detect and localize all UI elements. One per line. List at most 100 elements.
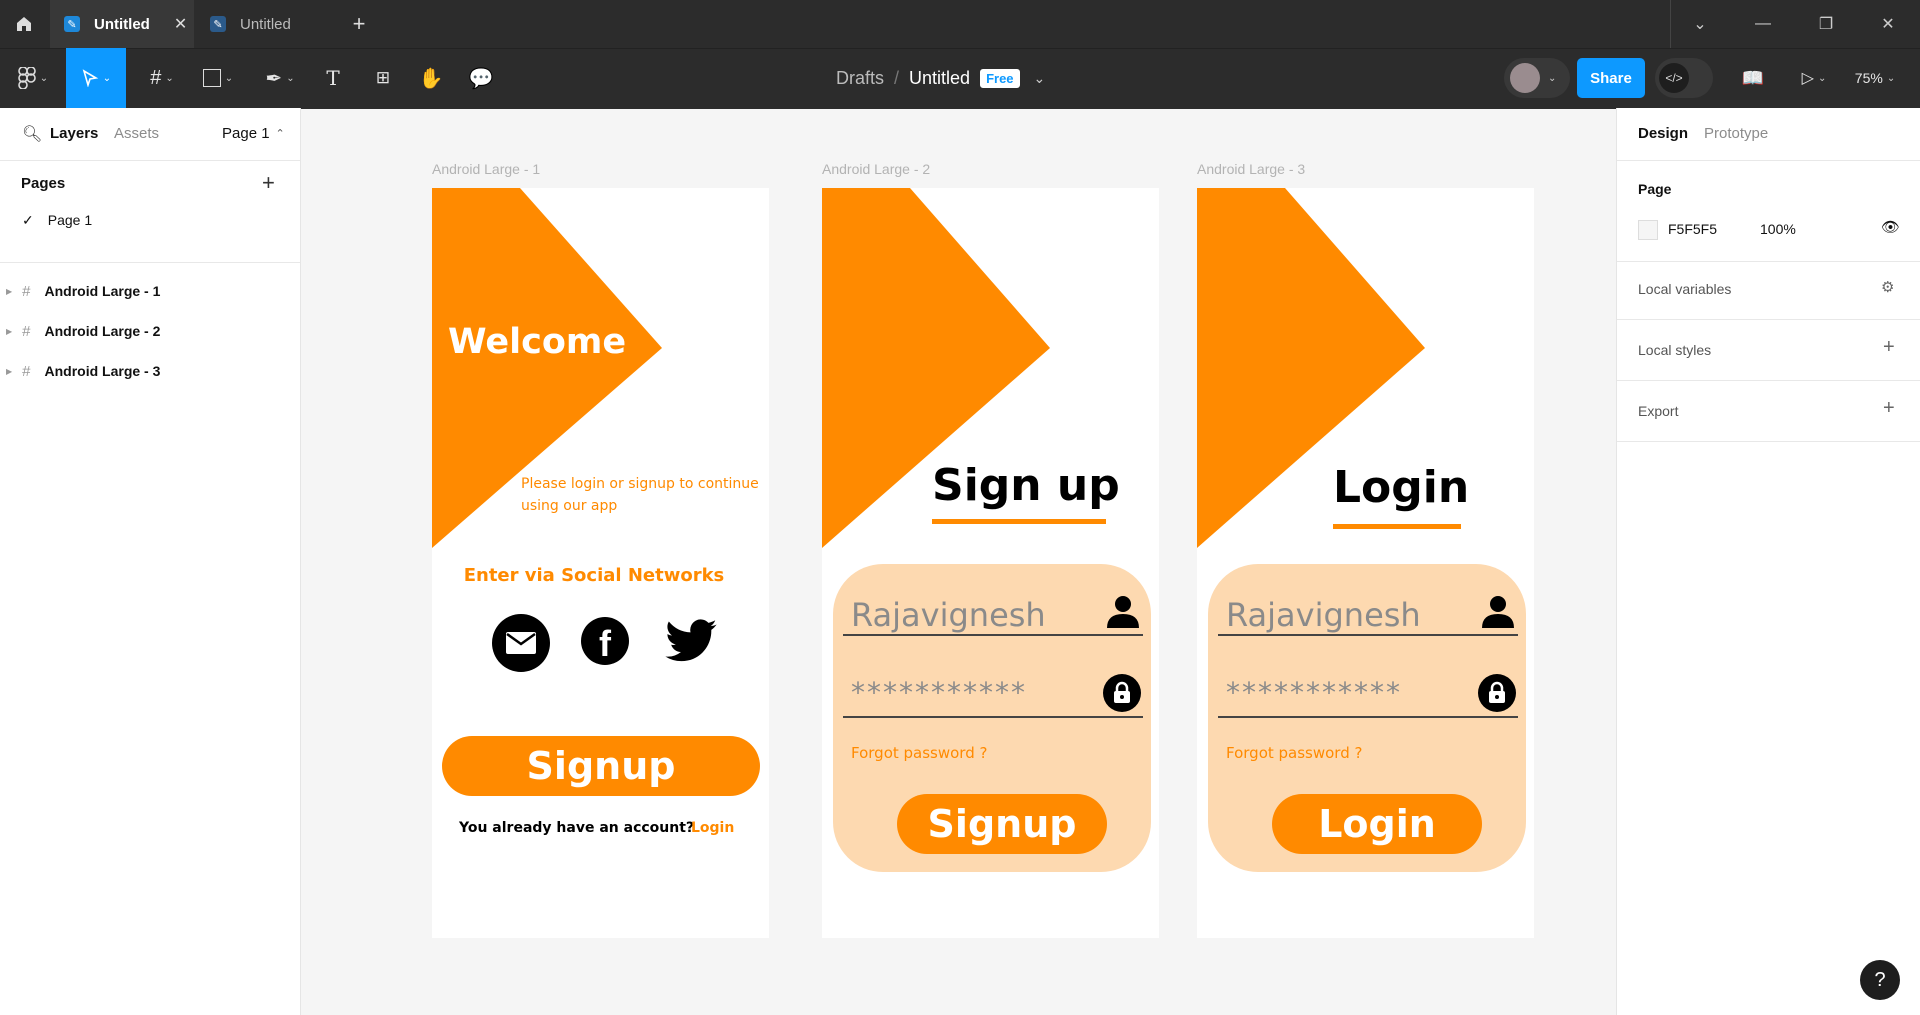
layer-item-android-large-2[interactable]: ▶ # Android Large - 2 xyxy=(0,314,300,348)
page-select-label: Page 1 xyxy=(222,125,270,142)
welcome-subtitle-line2: using our app xyxy=(521,498,618,514)
breadcrumb-drafts[interactable]: Drafts xyxy=(836,68,884,89)
hand-icon: ✋ xyxy=(418,67,444,90)
library-button[interactable]: 📖 xyxy=(1738,48,1768,108)
tab-design[interactable]: Design xyxy=(1638,125,1688,142)
page-select[interactable]: Page 1 ⌃ xyxy=(222,125,285,142)
zoom-menu[interactable]: 75% ⌄ xyxy=(1846,48,1904,108)
frame-title[interactable]: Android Large - 2 xyxy=(822,161,930,177)
help-button[interactable]: ? xyxy=(1860,960,1900,1000)
frame-title[interactable]: Android Large - 3 xyxy=(1197,161,1305,177)
close-window-icon[interactable]: ✕ xyxy=(1858,0,1918,48)
home-icon[interactable] xyxy=(0,0,48,48)
layers-panel: 🔍︎ Layers Assets Page 1 ⌃ Pages + ✓ Page… xyxy=(0,108,301,1015)
dev-mode-toggle[interactable]: </> xyxy=(1655,58,1713,98)
page-color-hex[interactable]: F5F5F5 xyxy=(1668,221,1717,237)
page-heading: Page xyxy=(1638,181,1672,197)
tab-prototype[interactable]: Prototype xyxy=(1704,125,1768,142)
frame-android-large-2[interactable]: Sign up Rajavignesh *********** Forgot p… xyxy=(822,188,1159,938)
signup-button[interactable]: Signup xyxy=(442,736,760,796)
login-heading: Login xyxy=(1333,462,1470,513)
frame-icon: # xyxy=(22,362,31,380)
signup-submit-button[interactable]: Signup xyxy=(897,794,1107,854)
main-menu-button[interactable]: ⌄ xyxy=(10,48,56,108)
caret-right-icon: ▶ xyxy=(6,286,13,296)
avatar xyxy=(1510,63,1540,93)
tab-assets[interactable]: Assets xyxy=(114,125,159,142)
layer-item-android-large-3[interactable]: ▶ # Android Large - 3 xyxy=(0,354,300,388)
frame-title[interactable]: Android Large - 1 xyxy=(432,161,540,177)
comment-tool-button[interactable]: 💬 xyxy=(464,48,498,108)
page-color-opacity[interactable]: 100% xyxy=(1760,221,1796,237)
heading-underline xyxy=(932,519,1106,524)
present-button[interactable]: ▷ ⌄ xyxy=(1794,48,1834,108)
text-tool-button[interactable]: T xyxy=(316,48,350,108)
rectangle-icon xyxy=(202,69,221,87)
welcome-heading: Welcome xyxy=(448,322,627,362)
forgot-password-link[interactable]: Forgot password ? xyxy=(851,744,987,762)
input-underline xyxy=(1218,634,1518,636)
close-tab-icon[interactable]: ✕ xyxy=(174,14,187,34)
file-name[interactable]: Untitled xyxy=(909,68,970,89)
layer-item-android-large-1[interactable]: ▶ # Android Large - 1 xyxy=(0,274,300,308)
search-icon[interactable]: 🔍︎ xyxy=(22,124,42,144)
tab-untitled-active[interactable]: ✎ Untitled ✕ xyxy=(50,0,194,48)
hand-tool-button[interactable]: ✋ xyxy=(414,48,448,108)
multiplayer-avatars[interactable]: ⌄ xyxy=(1504,58,1570,98)
tab-untitled[interactable]: ✎ Untitled xyxy=(196,0,336,48)
page-color-swatch[interactable] xyxy=(1638,220,1658,240)
add-page-icon[interactable]: + xyxy=(262,170,275,196)
resources-button[interactable]: ⊞ xyxy=(366,48,400,108)
zoom-level: 75% xyxy=(1854,70,1883,86)
add-export-icon[interactable]: + xyxy=(1883,397,1895,420)
restore-icon[interactable]: ❐ xyxy=(1796,0,1856,48)
chevron-down-icon[interactable]: ⌄ xyxy=(1670,0,1730,48)
twitter-icon[interactable] xyxy=(660,614,722,670)
tab-layers[interactable]: Layers xyxy=(50,125,98,142)
lock-icon xyxy=(1103,674,1141,712)
book-icon: 📖 xyxy=(1741,67,1765,88)
divider xyxy=(0,160,300,161)
username-input[interactable]: Rajavignesh xyxy=(1226,596,1421,634)
password-input[interactable]: *********** xyxy=(851,676,1027,709)
mail-icon[interactable] xyxy=(492,614,550,672)
frame-icon: # xyxy=(22,282,31,300)
tab-label: Untitled xyxy=(240,15,291,33)
add-style-icon[interactable]: + xyxy=(1883,336,1895,359)
frame-android-large-3[interactable]: Login Rajavignesh *********** Forgot pas… xyxy=(1197,188,1534,938)
facebook-icon[interactable]: f xyxy=(581,617,629,665)
move-tool-button[interactable]: ⌄ xyxy=(66,48,126,108)
frame-tool-button[interactable]: # ⌄ xyxy=(140,48,184,108)
minimize-icon[interactable]: — xyxy=(1733,0,1793,48)
account-prompt: You already have an account? xyxy=(459,820,695,836)
share-button[interactable]: Share xyxy=(1577,58,1645,98)
export-label: Export xyxy=(1638,403,1679,419)
pages-heading: Pages xyxy=(21,175,66,192)
eye-icon[interactable]: 👁 xyxy=(1881,218,1900,236)
login-submit-button[interactable]: Login xyxy=(1272,794,1482,854)
forgot-password-link[interactable]: Forgot password ? xyxy=(1226,744,1362,762)
new-tab-button[interactable]: + xyxy=(344,0,374,48)
components-icon: ⊞ xyxy=(375,68,391,87)
variables-icon[interactable]: ⚙ xyxy=(1881,278,1894,296)
tab-label: Untitled xyxy=(94,15,150,33)
user-icon xyxy=(1480,594,1516,630)
lock-icon xyxy=(1478,674,1516,712)
heading-underline xyxy=(1333,524,1461,529)
layer-label: Android Large - 3 xyxy=(44,363,161,379)
chevron-down-icon[interactable]: ⌄ xyxy=(1034,70,1046,87)
divider xyxy=(1617,380,1920,381)
breadcrumb-separator: / xyxy=(894,67,900,88)
pen-tool-button[interactable]: ✒ ⌄ xyxy=(258,48,302,108)
frame-android-large-1[interactable]: Welcome Please login or signup to contin… xyxy=(432,188,769,938)
password-input[interactable]: *********** xyxy=(1226,676,1402,709)
login-link[interactable]: Login xyxy=(691,820,734,836)
shape-tool-button[interactable]: ⌄ xyxy=(196,48,240,108)
comment-icon: 💬 xyxy=(468,67,494,90)
page-list-item[interactable]: ✓ Page 1 xyxy=(0,204,300,236)
page-item-label: Page 1 xyxy=(47,212,93,228)
username-input[interactable]: Rajavignesh xyxy=(851,596,1046,634)
breadcrumb: Drafts / Untitled Free ⌄ xyxy=(836,48,1045,108)
orange-triangle xyxy=(432,188,662,548)
frame-icon: # xyxy=(22,322,31,340)
